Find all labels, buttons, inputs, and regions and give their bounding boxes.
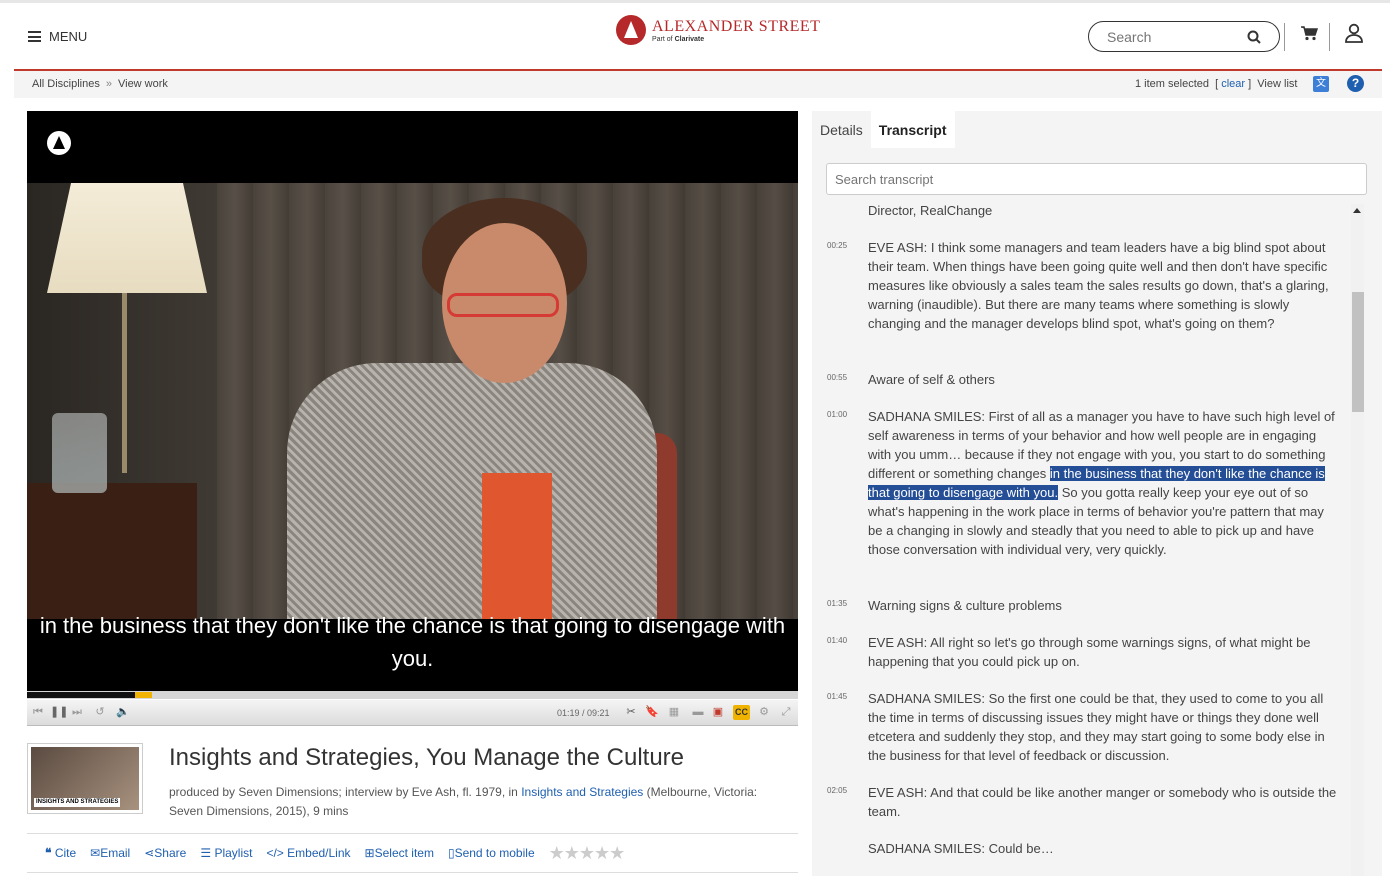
breadcrumb-all-disciplines[interactable]: All Disciplines [32, 78, 100, 90]
transcript-search-input[interactable] [835, 164, 1358, 194]
cite-button[interactable]: ❝ Cite [45, 846, 76, 860]
transcript-chapter: Aware of self & others [868, 372, 995, 387]
clip-scissors-icon[interactable]: ✂ [624, 705, 638, 719]
transcript-text: SADHANA SMILES: So the first one could b… [868, 691, 1325, 763]
layout-icon[interactable]: ▬ [691, 705, 705, 719]
send-to-mobile-button[interactable]: ▯Send to mobile [448, 846, 535, 860]
transcript-text: Director, RealChange [868, 203, 993, 218]
user-icon [1345, 23, 1363, 43]
code-icon: </> [266, 846, 284, 860]
closed-captions-icon[interactable]: CC [733, 705, 750, 720]
list-icon: ☰ [200, 846, 212, 860]
tab-transcript[interactable]: Transcript [870, 111, 955, 148]
email-icon: ✉ [90, 846, 101, 860]
hamburger-icon [28, 31, 41, 42]
tab-details[interactable]: Details [812, 111, 871, 148]
transcript-scrollbar[interactable] [1351, 204, 1364, 876]
transcript-list: Director, RealChange 00:25 EVE ASH: I th… [812, 199, 1352, 876]
work-thumbnail[interactable]: INSIGHTS AND STRATEGIES [27, 743, 143, 814]
share-icon: ⋖ [144, 846, 155, 860]
series-link[interactable]: Insights and Strategies [521, 785, 643, 799]
translate-icon[interactable]: 文 [1313, 76, 1329, 92]
playback-time: 01:19 / 09:21 [557, 708, 610, 718]
settings-icon[interactable]: ⚙ [757, 705, 771, 719]
site-search [1088, 21, 1280, 52]
site-logo[interactable]: ALEXANDER STREET Part of Clarivate [616, 15, 820, 45]
transcript-timestamp[interactable]: 01:00 [827, 410, 847, 419]
breadcrumb-bar: All Disciplines» View work 1 item selecte… [14, 71, 1382, 98]
help-icon[interactable]: ? [1347, 75, 1364, 92]
view-list-link[interactable]: View list [1257, 78, 1297, 90]
panel-tabs: Details Transcript [812, 111, 955, 148]
next-icon[interactable]: ⏭ [70, 705, 84, 719]
transcript-search [826, 163, 1367, 195]
volume-icon[interactable]: 🔈 [116, 705, 130, 719]
search-icon[interactable] [1247, 30, 1261, 44]
video-caption: in the business that they don't like the… [39, 613, 786, 671]
side-panel: Details Transcript Director, RealChange … [812, 111, 1382, 876]
previous-icon[interactable]: ⏮ [31, 705, 45, 719]
transcript-text: EVE ASH: All right so let's go through s… [868, 635, 1311, 669]
video-controls: ⏮ ❚❚ ⏭ ↺ 🔈 01:19 / 09:21 ✂ 🔖 ▦ ▬ ▣ CC ⚙ … [27, 700, 798, 726]
fullscreen-icon[interactable]: ⤢ [779, 705, 793, 719]
action-bar: ❝ Cite ✉Email ⋖Share ☰ Playlist </> Embe… [27, 833, 798, 873]
playlist-button[interactable]: ☰ Playlist [200, 846, 252, 860]
site-header: MENU ALEXANDER STREET Part of Clarivate [14, 3, 1382, 71]
cart-button[interactable] [1300, 25, 1319, 46]
cart-icon [1301, 26, 1319, 41]
pause-icon[interactable]: ❚❚ [50, 705, 68, 719]
bookmark-icon[interactable]: 🔖 [645, 705, 659, 719]
quote-icon: ❝ [45, 846, 52, 860]
mobile-icon: ▯ [447, 846, 455, 860]
breadcrumb-view-work[interactable]: View work [118, 78, 168, 90]
transcript-timestamp[interactable]: 01:45 [827, 692, 847, 701]
logo-sub: Part of Clarivate [652, 35, 705, 43]
transcript-text: SADHANA SMILES: Could be… [868, 841, 1054, 856]
selection-info: 1 item selected [ clear ] View list [1135, 78, 1298, 90]
thumbnail-label: INSIGHTS AND STRATEGIES [34, 798, 121, 807]
transcript-timestamp[interactable]: 00:55 [827, 373, 847, 382]
rewind-30-icon[interactable]: ↺ [93, 705, 107, 719]
transcript-text: SADHANA SMILES: First of all as a manage… [868, 409, 1335, 557]
embed-link-button[interactable]: </> Embed/Link [266, 846, 350, 860]
progress-fill [27, 692, 135, 698]
transcript-chapter: Warning signs & culture problems [868, 598, 1062, 613]
scroll-up-icon[interactable] [1353, 208, 1361, 213]
select-item-button[interactable]: ⊞Select item [365, 846, 434, 860]
share-button[interactable]: ⋖Share [144, 846, 186, 860]
transcript-timestamp[interactable]: 00:25 [827, 241, 847, 250]
email-button[interactable]: ✉Email [90, 846, 130, 860]
transcript-text: EVE ASH: And that could be like another … [868, 785, 1337, 819]
header-divider [1329, 23, 1330, 51]
plus-icon: ⊞ [364, 846, 375, 860]
transcript-timestamp[interactable]: 01:40 [827, 636, 847, 645]
breadcrumb: All Disciplines» View work [32, 78, 168, 90]
scrollbar-thumb[interactable] [1352, 292, 1364, 412]
work-citation: produced by Seven Dimensions; interview … [169, 785, 758, 818]
account-button[interactable] [1344, 23, 1364, 48]
transcript-text: EVE ASH: I think some managers and team … [868, 240, 1329, 331]
transcript-timestamp[interactable]: 01:35 [827, 599, 847, 608]
menu-label: MENU [49, 29, 88, 44]
clear-selection-link[interactable]: clear [1221, 78, 1245, 90]
video-frame [27, 183, 798, 619]
menu-button[interactable]: MENU [28, 29, 87, 44]
grid-view-icon[interactable]: ▦ [667, 705, 681, 719]
work-title: Insights and Strategies, You Manage the … [169, 744, 685, 771]
transcript-toggle-icon[interactable]: ▣ [711, 705, 725, 719]
video-progress-bar[interactable] [27, 691, 798, 699]
video-player[interactable]: in the business that they don't like the… [27, 111, 798, 691]
header-divider [1284, 23, 1285, 51]
video-brand-icon [47, 131, 71, 155]
search-input[interactable] [1107, 28, 1247, 45]
rating-stars[interactable]: ★★★★★ [549, 843, 626, 864]
logo-name: ALEXANDER STREET [652, 17, 821, 35]
transcript-timestamp[interactable]: 02:05 [827, 786, 847, 795]
alexander-street-logo-icon [616, 15, 646, 45]
